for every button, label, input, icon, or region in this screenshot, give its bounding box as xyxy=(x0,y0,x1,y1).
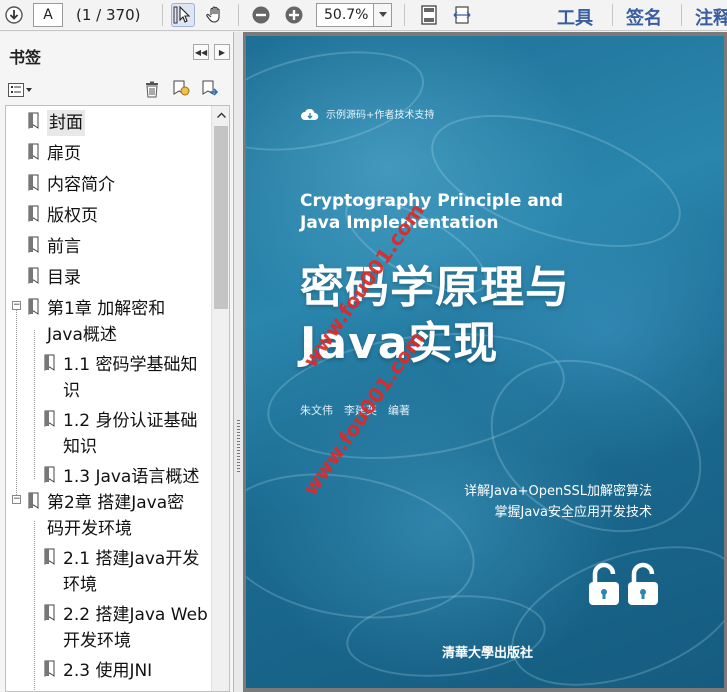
options-menu-button[interactable] xyxy=(8,81,34,99)
delete-bookmark-button[interactable] xyxy=(144,81,160,102)
cloud-download-icon xyxy=(301,108,319,120)
book-cover-page: 示例源码+作者技术支持 Cryptography Principle and J… xyxy=(246,36,724,688)
toolbar: A (1 / 370) 50.7% 工具 签名 注释 xyxy=(0,0,727,31)
fit-page-button[interactable] xyxy=(417,3,441,27)
scroll-up-button[interactable] xyxy=(212,106,229,124)
fit-page-icon xyxy=(421,5,437,25)
cursor-icon xyxy=(173,5,191,24)
bookmark-tree: 封面 扉页 内容简介 版权页 前言 目录 − 第1章 加解密和 Java概述 1.… xyxy=(5,105,230,692)
collapse-panel-button[interactable]: ◀◀ xyxy=(193,44,209,60)
cover-tagline-1: 详解Java+OpenSSL加解密算法 xyxy=(464,484,652,499)
lock-icon xyxy=(628,562,658,605)
bookmark-item-title-page[interactable]: 扉页 xyxy=(47,141,81,167)
bookmark-icon xyxy=(28,267,39,284)
document-view[interactable]: 示例源码+作者技术支持 Cryptography Principle and J… xyxy=(243,32,727,692)
bookmark-icon xyxy=(44,410,55,427)
bookmark-item-toc[interactable]: 目录 xyxy=(47,265,81,291)
bookmark-properties-button[interactable] xyxy=(201,80,219,102)
bookmark-icon xyxy=(44,466,55,483)
publisher-logo: 清華大學出版社 xyxy=(442,646,534,661)
hand-icon xyxy=(206,6,220,23)
panel-splitter[interactable] xyxy=(234,32,243,692)
bookmark-icon xyxy=(28,236,39,253)
bookmarks-panel: 书签 ◀◀ ▶ 封面 扉页 内容简介 版权页 前言 目录 − 第1章 加解密和 J xyxy=(0,32,234,692)
bookmark-arrow-icon xyxy=(202,80,219,96)
cover-title-english: Cryptography Principle and Java Implemen… xyxy=(300,191,564,233)
chevron-down-icon xyxy=(378,12,387,17)
menu-comment[interactable]: 注释 xyxy=(695,4,727,30)
bookmark-icon xyxy=(28,492,39,509)
next-page-button[interactable] xyxy=(2,3,26,27)
hand-tool-button[interactable] xyxy=(203,3,227,27)
zoom-in-button[interactable] xyxy=(282,3,306,27)
new-bookmark-button[interactable] xyxy=(172,80,190,102)
expand-icon xyxy=(453,6,471,24)
fit-width-button[interactable] xyxy=(450,3,474,27)
bookmarks-toolbar xyxy=(0,76,234,104)
bookmark-item-chapter1[interactable]: 第1章 加解密和 Java概述 xyxy=(47,296,165,348)
page-number-input[interactable]: A xyxy=(33,3,63,27)
bookmark-scrollbar[interactable] xyxy=(211,106,229,691)
bookmark-item-copyright[interactable]: 版权页 xyxy=(47,203,98,229)
chevron-down-icon xyxy=(26,88,32,92)
menu-sign[interactable]: 签名 xyxy=(626,4,662,30)
zoom-dropdown-button[interactable] xyxy=(374,3,392,27)
zoom-out-button[interactable] xyxy=(249,3,273,27)
bookmark-item-2-3[interactable]: 2.3 使用JNI xyxy=(63,658,152,684)
menu-tools[interactable]: 工具 xyxy=(557,4,593,30)
bookmark-icon xyxy=(44,604,55,621)
bookmark-icon xyxy=(28,112,39,129)
chevron-up-icon xyxy=(216,112,226,118)
minus-circle-icon xyxy=(252,6,270,24)
bookmark-item-2-1[interactable]: 2.1 搭建Java开发 环境 xyxy=(63,546,199,598)
bookmark-item-summary[interactable]: 内容简介 xyxy=(47,172,115,198)
bookmarks-title: 书签 xyxy=(9,48,42,67)
splitter-grip[interactable] xyxy=(237,420,240,472)
cover-tagline-2: 掌握Java安全应用开发技术 xyxy=(494,505,652,520)
list-options-icon xyxy=(8,83,24,97)
bookmark-item-1-1[interactable]: 1.1 密码学基础知识 xyxy=(63,352,197,404)
bookmark-icon xyxy=(28,174,39,191)
panel-next-button[interactable]: ▶ xyxy=(214,44,230,60)
double-left-icon: ◀◀ xyxy=(194,47,208,57)
bookmark-icon xyxy=(28,298,39,315)
bookmark-item-preface[interactable]: 前言 xyxy=(47,234,81,260)
bookmark-item-1-3[interactable]: 1.3 Java语言概述 xyxy=(63,464,199,490)
new-bookmark-icon xyxy=(173,80,190,96)
bookmark-icon xyxy=(44,660,55,677)
plus-circle-icon xyxy=(285,6,303,24)
bookmark-item-2-2[interactable]: 2.2 搭建Java Web 开发环境 xyxy=(63,602,208,654)
bookmark-item-1-2[interactable]: 1.2 身份认证基础 知识 xyxy=(63,408,197,460)
arrow-down-circle-icon xyxy=(5,6,23,24)
lock-icon xyxy=(589,562,619,605)
expand-toggle[interactable]: − xyxy=(12,495,21,504)
expand-toggle[interactable]: − xyxy=(12,301,21,310)
bookmark-icon xyxy=(44,548,55,565)
bookmark-item-cover[interactable]: 封面 xyxy=(47,110,85,136)
scroll-thumb[interactable] xyxy=(214,126,228,309)
cover-badge: 示例源码+作者技术支持 xyxy=(300,106,434,121)
select-tool-button[interactable] xyxy=(171,3,195,27)
zoom-input[interactable]: 50.7% xyxy=(316,3,374,27)
bookmark-icon xyxy=(44,354,55,371)
triangle-right-icon: ▶ xyxy=(218,47,226,57)
bookmark-icon xyxy=(28,205,39,222)
trash-icon xyxy=(146,81,158,98)
bookmarks-header: 书签 ◀◀ ▶ xyxy=(0,32,234,72)
bookmark-icon xyxy=(28,143,39,160)
bookmark-item-chapter2[interactable]: 第2章 搭建Java密 码开发环境 xyxy=(47,490,184,542)
page-count: (1 / 370) xyxy=(76,6,141,24)
